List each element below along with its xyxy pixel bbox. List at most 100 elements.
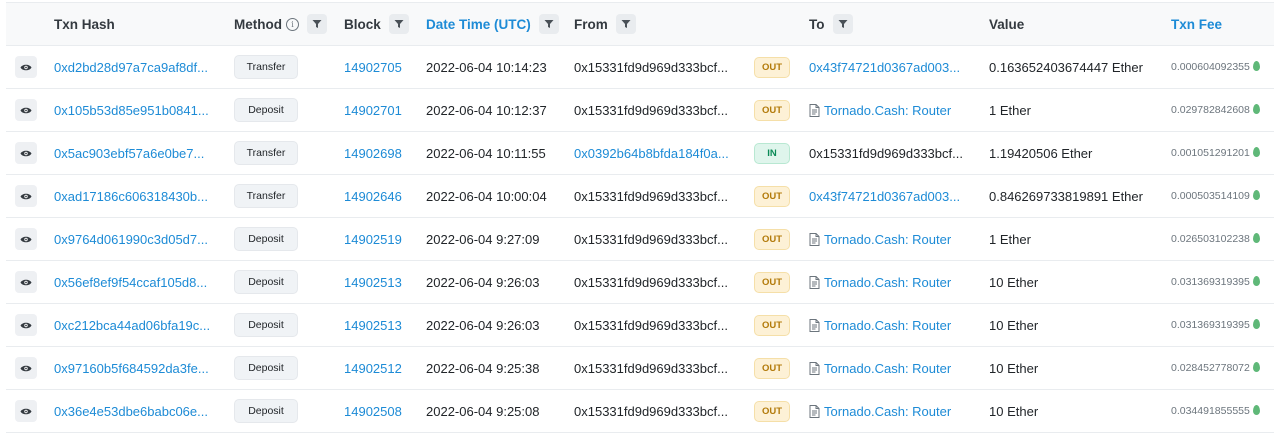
eye-icon [20, 150, 32, 156]
txn-hash-cell: 0x97160b5f684592da3fe... [54, 347, 209, 389]
preview-button[interactable] [15, 357, 37, 379]
txn-hash-link[interactable]: 0xc212bca44ad06bfa19c... [54, 318, 210, 333]
block-link[interactable]: 14902513 [344, 318, 402, 333]
method-badge: Deposit [234, 313, 298, 337]
method-cell: Transfer [234, 175, 298, 217]
eye-icon [20, 279, 32, 285]
preview-button[interactable] [15, 314, 37, 336]
block-link[interactable]: 14902701 [344, 103, 402, 118]
txn-fee-cell: 0.031369319395 [1171, 304, 1260, 346]
header-datetime[interactable]: Date Time (UTC) [426, 3, 559, 45]
txn-hash-link[interactable]: 0x36e4e53dbe6babc06e... [54, 404, 208, 419]
block-cell: 14902646 [344, 175, 402, 217]
to-address[interactable]: Tornado.Cash: Router [824, 103, 951, 118]
to-filter-button[interactable] [832, 14, 853, 34]
datetime-text: 2022-06-04 10:14:23 [426, 59, 547, 75]
preview-button[interactable] [15, 56, 37, 78]
block-filter-button[interactable] [388, 14, 409, 34]
txn-hash-link[interactable]: 0x105b53d85e951b0841... [54, 103, 209, 118]
method-cell: Transfer [234, 132, 298, 174]
to-address: 0x15331fd9d969d333bcf... [809, 145, 963, 161]
method-badge: Deposit [234, 227, 298, 251]
block-cell: 14902513 [344, 261, 402, 303]
direction-badge: OUT [754, 400, 790, 422]
value-text: 10 Ether [989, 274, 1039, 290]
block-link[interactable]: 14902508 [344, 404, 402, 419]
value-cell: 1 Ether [989, 89, 1031, 131]
value-cell: 1.19420506 Ether [989, 132, 1092, 174]
to-address[interactable]: Tornado.Cash: Router [824, 318, 951, 333]
txn-hash-cell: 0xc212bca44ad06bfa19c... [54, 304, 210, 346]
preview-button[interactable] [15, 400, 37, 422]
gas-drop-icon [1252, 61, 1260, 71]
from-address: 0x15331fd9d969d333bcf... [574, 403, 728, 419]
header-txn-fee-label[interactable]: Txn Fee [1171, 17, 1222, 32]
txn-fee-text: 0.001051291201 [1171, 147, 1250, 159]
preview-button[interactable] [15, 99, 37, 121]
to-cell: Tornado.Cash: Router [809, 304, 951, 346]
datetime-text: 2022-06-04 9:26:03 [426, 317, 540, 333]
txn-fee-text: 0.029782842608 [1171, 104, 1250, 116]
txn-hash-link[interactable]: 0x56ef8ef9f54ccaf105d8... [54, 275, 207, 290]
method-filter-button[interactable] [307, 14, 327, 34]
table-header: Txn Hash Method i Block Date Time (UTC) … [6, 3, 1274, 46]
block-link[interactable]: 14902513 [344, 275, 402, 290]
to-address[interactable]: 0x43f74721d0367ad003... [809, 60, 960, 75]
to-address[interactable]: Tornado.Cash: Router [824, 275, 951, 290]
preview-cell [15, 46, 37, 88]
txn-hash-link[interactable]: 0xad17186c606318430b... [54, 189, 208, 204]
direction-badge: OUT [754, 228, 790, 250]
header-txn-fee[interactable]: Txn Fee [1171, 3, 1222, 45]
table-row: 0x5ac903ebf57a6e0be7... Transfer 14902698 2… [6, 132, 1274, 175]
block-link[interactable]: 14902512 [344, 361, 402, 376]
from-address: 0x15331fd9d969d333bcf... [574, 274, 728, 290]
txn-fee-text: 0.034491855555 [1171, 405, 1250, 417]
txn-fee-cell: 0.000503514109 [1171, 175, 1260, 217]
to-cell: 0x15331fd9d969d333bcf... [809, 132, 963, 174]
contract-document-icon [809, 404, 820, 418]
from-filter-button[interactable] [615, 14, 636, 34]
txn-hash-link[interactable]: 0x97160b5f684592da3fe... [54, 361, 209, 376]
header-value: Value [989, 3, 1024, 45]
direction-cell: OUT [754, 175, 790, 217]
to-address[interactable]: Tornado.Cash: Router [824, 232, 951, 247]
block-cell: 14902508 [344, 390, 402, 432]
block-link[interactable]: 14902698 [344, 146, 402, 161]
preview-button[interactable] [15, 185, 37, 207]
txn-fee-cell: 0.034491855555 [1171, 390, 1260, 432]
preview-button[interactable] [15, 228, 37, 250]
preview-button[interactable] [15, 271, 37, 293]
method-cell: Deposit [234, 390, 298, 432]
to-cell: 0x43f74721d0367ad003... [809, 46, 960, 88]
direction-badge: OUT [754, 99, 790, 121]
to-cell: Tornado.Cash: Router [809, 390, 951, 432]
filter-icon [838, 20, 847, 28]
datetime-cell: 2022-06-04 10:14:23 [426, 46, 547, 88]
from-address: 0x15331fd9d969d333bcf... [574, 188, 728, 204]
block-link[interactable]: 14902646 [344, 189, 402, 204]
datetime-text: 2022-06-04 10:00:04 [426, 188, 547, 204]
from-address[interactable]: 0x0392b64b8bfda184f0a... [574, 146, 729, 161]
datetime-text: 2022-06-04 10:12:37 [426, 102, 547, 118]
to-address[interactable]: Tornado.Cash: Router [824, 404, 951, 419]
method-cell: Deposit [234, 89, 298, 131]
datetime-cell: 2022-06-04 10:12:37 [426, 89, 547, 131]
method-badge: Deposit [234, 270, 298, 294]
info-icon[interactable]: i [286, 17, 299, 31]
to-address[interactable]: 0x43f74721d0367ad003... [809, 189, 960, 204]
txn-hash-link[interactable]: 0x9764d061990c3d05d7... [54, 232, 208, 247]
txn-hash-cell: 0xd2bd28d97a7ca9af8df... [54, 46, 208, 88]
from-cell: 0x15331fd9d969d333bcf... [574, 218, 728, 260]
datetime-filter-button[interactable] [538, 14, 559, 34]
txn-hash-link[interactable]: 0xd2bd28d97a7ca9af8df... [54, 60, 208, 75]
to-address[interactable]: Tornado.Cash: Router [824, 361, 951, 376]
txn-hash-link[interactable]: 0x5ac903ebf57a6e0be7... [54, 146, 204, 161]
from-cell: 0x15331fd9d969d333bcf... [574, 304, 728, 346]
txn-hash-cell: 0xad17186c606318430b... [54, 175, 208, 217]
header-datetime-label[interactable]: Date Time (UTC) [426, 17, 531, 32]
from-cell: 0x15331fd9d969d333bcf... [574, 347, 728, 389]
direction-cell: OUT [754, 347, 790, 389]
block-link[interactable]: 14902705 [344, 60, 402, 75]
block-link[interactable]: 14902519 [344, 232, 402, 247]
preview-button[interactable] [15, 142, 37, 164]
